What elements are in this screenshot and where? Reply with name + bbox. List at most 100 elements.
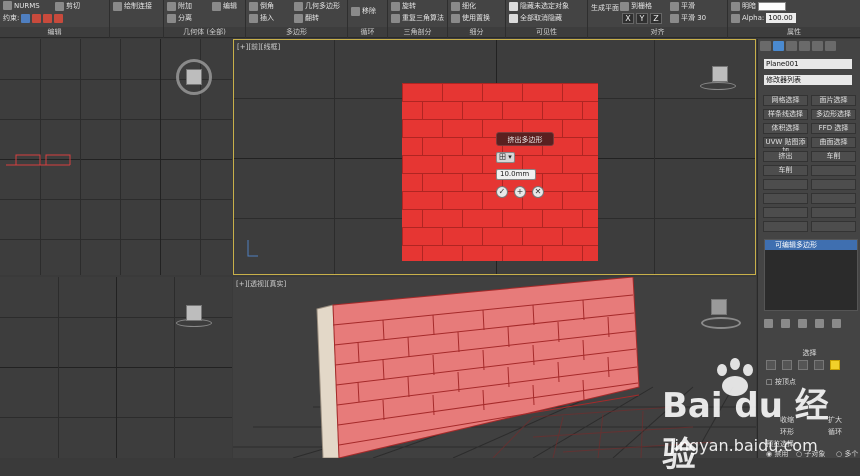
mesh-select-button[interactable]: 网格选择: [763, 95, 808, 106]
patch-select-button[interactable]: 面片选择: [811, 95, 856, 106]
viewcube-ring-icon[interactable]: [700, 82, 736, 90]
viewport-left[interactable]: [0, 277, 232, 458]
group-label-geometry: 几何体 (全部): [164, 27, 245, 37]
viewcube-icon[interactable]: [186, 69, 202, 85]
modifier-stack[interactable]: 可编辑多边形: [764, 239, 858, 311]
empty-button[interactable]: [763, 193, 808, 204]
viewcube-icon[interactable]: [711, 299, 727, 315]
stack-item-editable-poly[interactable]: 可编辑多边形: [765, 240, 857, 250]
empty-button[interactable]: [811, 193, 856, 204]
flip-button[interactable]: 翻转: [305, 13, 319, 23]
insert-icon: [249, 13, 258, 23]
retriangulate-button[interactable]: 重复三角算法: [402, 13, 444, 23]
remove-button[interactable]: 移除: [362, 6, 376, 16]
axis-gizmo-icon: [247, 240, 258, 257]
ribbon: NURMS 剪切 约束: 编辑 绘制连接 附加 分离 编辑 几何体 (全部) 倒…: [0, 0, 860, 38]
cut-icon: [55, 1, 64, 11]
hide-unselected-icon: [509, 1, 518, 11]
hide-unselected-button[interactable]: 隐藏未选定对象: [520, 1, 569, 11]
spin-button[interactable]: 旋转: [402, 1, 416, 11]
empty-button[interactable]: [763, 179, 808, 190]
draw-connect-button[interactable]: 绘制连接: [124, 1, 152, 11]
show-end-icon[interactable]: [781, 319, 790, 328]
configure-icon[interactable]: [832, 319, 841, 328]
spline-select-button[interactable]: 样条线选择: [763, 109, 808, 120]
watermark-url: jingyan.baidu.com: [670, 436, 818, 455]
selection-rollout-title[interactable]: 选择: [758, 348, 860, 358]
align-y-button[interactable]: Y: [636, 13, 648, 24]
bevel-button[interactable]: 倒角: [260, 1, 274, 11]
viewport-top[interactable]: [0, 39, 232, 275]
caddy-ok-button[interactable]: ✓: [496, 186, 508, 198]
nurms-label[interactable]: NURMS: [14, 2, 40, 10]
insert-button[interactable]: 插入: [260, 13, 274, 23]
viewcube-icon[interactable]: [186, 305, 202, 321]
extrude-type-dropdown[interactable]: 田 ▾: [496, 151, 515, 163]
utilities-tab-icon[interactable]: [825, 41, 836, 51]
motion-tab-icon[interactable]: [799, 41, 810, 51]
viewcube-ring-icon[interactable]: [701, 317, 741, 329]
hierarchy-tab-icon[interactable]: [786, 41, 797, 51]
constraint-none-icon[interactable]: [21, 13, 31, 23]
constraint-normal-icon[interactable]: [54, 13, 64, 23]
use-displace-button[interactable]: 使用置换: [462, 13, 490, 23]
extrude-button[interactable]: 挤出: [763, 151, 808, 162]
viewport-front-label[interactable]: [+][前][线框]: [237, 42, 280, 52]
modify-tab-icon[interactable]: [773, 41, 784, 51]
object-name-input[interactable]: Plane001: [764, 59, 852, 69]
ffd-select-button[interactable]: FFD 选择: [811, 123, 856, 134]
empty-button[interactable]: [811, 165, 856, 176]
group-label-props: 属性: [728, 27, 860, 37]
cut-button[interactable]: 剪切: [66, 1, 80, 11]
smooth-prop-icon: [670, 1, 679, 11]
empty-button[interactable]: [811, 179, 856, 190]
ribbon-group-visibility: 隐藏未选定对象 全部取消隐藏 可见性: [506, 0, 588, 38]
to-grid-button[interactable]: 到栅格: [631, 1, 652, 11]
caddy-apply-button[interactable]: +: [514, 186, 526, 198]
display-tab-icon[interactable]: [812, 41, 823, 51]
viewcube-icon[interactable]: [712, 66, 728, 82]
detach-button[interactable]: 分离: [178, 13, 192, 23]
empty-button[interactable]: [763, 221, 808, 232]
constraint-face-icon[interactable]: [43, 13, 53, 23]
ribbon-group-subdiv: 细化 使用置换 细分: [448, 0, 506, 38]
watermark-logo-text: Bai du 经验: [662, 386, 829, 475]
viewport-front[interactable]: [+][前][线框] 挤出多边形 田 ▾ 10.0mm ✓ + ✕: [233, 39, 756, 275]
unhide-all-button[interactable]: 全部取消隐藏: [520, 13, 562, 23]
make-unique-icon[interactable]: [798, 319, 807, 328]
empty-button[interactable]: [763, 207, 808, 218]
uvw-add-button[interactable]: UVW 贴图添加: [763, 137, 808, 155]
command-panel-tabs: [758, 39, 860, 53]
align-z-button[interactable]: Z: [650, 13, 662, 24]
poly-select-button[interactable]: 多边形选择: [811, 109, 856, 120]
baidu-watermark: Bai du 经验 jingyan.baidu.com: [640, 358, 850, 475]
extrude-caddy: 挤出多边形 田 ▾ 10.0mm ✓ + ✕: [496, 132, 554, 198]
shade-button[interactable]: 明暗: [742, 1, 756, 11]
smooth-prop-button[interactable]: 平滑: [681, 1, 695, 11]
alpha-input[interactable]: 100.00: [766, 13, 797, 23]
extrude-height-input[interactable]: 10.0mm: [496, 168, 536, 180]
lathe-button-2[interactable]: 车削: [763, 165, 808, 176]
surface-select-button[interactable]: 曲面选择: [811, 137, 856, 148]
smooth-30-button[interactable]: 平滑 30: [681, 13, 706, 23]
vol-select-button[interactable]: 体积选择: [763, 123, 808, 134]
attach-button[interactable]: 附加: [178, 1, 192, 11]
color-swatch[interactable]: [758, 1, 786, 11]
cap-button[interactable]: 编辑: [223, 1, 237, 11]
create-tab-icon[interactable]: [760, 41, 771, 51]
align-x-button[interactable]: X: [622, 13, 634, 24]
constraint-edge-icon[interactable]: [32, 13, 42, 23]
empty-button[interactable]: [811, 207, 856, 218]
lathe-button[interactable]: 车削: [811, 151, 856, 162]
remove-modifier-icon[interactable]: [815, 319, 824, 328]
caddy-cancel-button[interactable]: ✕: [532, 186, 544, 198]
to-grid-icon: [620, 1, 629, 11]
make-planar-button[interactable]: 生成平面: [591, 4, 619, 12]
smooth-button[interactable]: 细化: [462, 1, 476, 11]
empty-button[interactable]: [811, 221, 856, 232]
pin-stack-icon[interactable]: [764, 319, 773, 328]
smooth-icon: [451, 1, 460, 11]
geo-poly-button[interactable]: 几何多边形: [305, 1, 340, 11]
modifier-list-dropdown[interactable]: 修改器列表: [764, 75, 852, 85]
ribbon-group-align: 生成平面 到栅格 X Y Z 平滑 平滑 30 对齐: [588, 0, 728, 38]
